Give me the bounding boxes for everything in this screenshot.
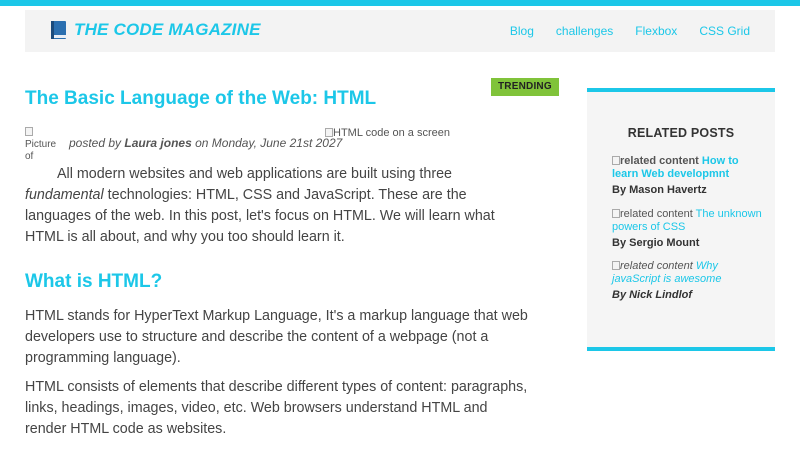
body-paragraph: HTML consists of elements that describe …: [25, 379, 528, 437]
hero-image-alt: HTML code on a screen: [333, 127, 450, 139]
related-post-byline: By Nick Lindlof: [612, 289, 693, 301]
nav-link-css-grid[interactable]: CSS Grid: [699, 24, 750, 38]
related-post-byline: By Sergio Mount: [612, 237, 700, 249]
intro-emphasis: fundamental: [25, 187, 104, 203]
site-header: THE CODE MAGAZINE Blog challenges Flexbo…: [25, 10, 775, 52]
post-author: Laura jones: [124, 136, 192, 150]
logo-text[interactable]: THE CODE MAGAZINE: [74, 20, 261, 40]
book-icon: [51, 21, 67, 39]
post-byline: posted by Laura jones on Monday, June 21…: [69, 136, 342, 150]
intro-paragraph: All modern websites and web applications…: [25, 164, 530, 248]
top-accent-stripe: [0, 0, 800, 6]
author-image-alt: Picture of: [25, 139, 57, 162]
related-image-alt: related content: [620, 155, 699, 167]
post-date: on Monday, June 21st 2027: [195, 136, 343, 150]
related-post-byline: By Mason Havertz: [612, 184, 707, 196]
nav-link-challenges[interactable]: challenges: [556, 24, 613, 38]
section-heading: What is HTML?: [25, 271, 163, 292]
related-post-item[interactable]: related content How to learn Web develop…: [612, 155, 762, 197]
related-image-alt: related content: [620, 260, 693, 272]
post-title: The Basic Language of the Web: HTML: [25, 88, 377, 109]
nav-link-blog[interactable]: Blog: [510, 24, 534, 38]
broken-image-icon: [612, 209, 620, 218]
broken-image-icon: [25, 127, 33, 136]
author-image: Picture of: [25, 127, 61, 163]
broken-image-icon: [325, 128, 333, 137]
broken-image-icon: [612, 156, 620, 165]
body-paragraph: HTML stands for HyperText Markup Languag…: [25, 308, 528, 366]
intro-text-start: All modern websites and web applications…: [57, 166, 452, 182]
posted-prefix: posted by: [69, 136, 122, 150]
related-post-item[interactable]: related content The unknown powers of CS…: [612, 208, 762, 250]
hero-image: HTML code on a screen: [325, 127, 450, 139]
related-posts-sidebar: RELATED POSTS related content How to lea…: [587, 88, 775, 351]
sidebar-title: RELATED POSTS: [627, 126, 735, 140]
post-meta: Picture of posted by Laura jones on Mond…: [25, 127, 525, 163]
related-post-item[interactable]: related content Why javaScript is awesom…: [612, 260, 762, 302]
broken-image-icon: [612, 261, 620, 270]
related-image-alt: related content: [620, 208, 693, 220]
main-nav: Blog challenges Flexbox CSS Grid: [488, 24, 750, 38]
trending-badge: TRENDING: [491, 78, 559, 96]
nav-link-flexbox[interactable]: Flexbox: [635, 24, 677, 38]
site-logo[interactable]: THE CODE MAGAZINE: [51, 20, 261, 40]
